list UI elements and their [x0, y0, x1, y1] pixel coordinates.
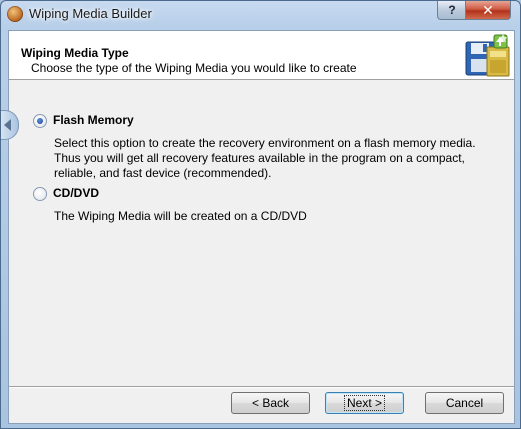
cancel-button-label: Cancel [445, 396, 484, 410]
help-icon: ? [448, 3, 456, 17]
window-title: Wiping Media Builder [29, 6, 152, 21]
cd-dvd-description: The Wiping Media will be created on a CD… [54, 209, 307, 223]
cd-dvd-radio[interactable] [33, 187, 47, 201]
close-button[interactable]: ✕ [465, 1, 511, 20]
next-button-label: Next > [343, 395, 386, 411]
wizard-header: Wiping Media Type Choose the type of the… [9, 31, 514, 80]
cd-dvd-label[interactable]: CD/DVD [53, 186, 99, 200]
wizard-window: Wiping Media Builder ? ✕ Wiping Media Ty… [0, 0, 521, 429]
flash-memory-description: Select this option to create the recover… [54, 136, 476, 180]
page-title: Wiping Media Type [21, 46, 129, 60]
app-icon [7, 6, 23, 22]
floppy-disk-wizard-icon [465, 34, 510, 77]
page-subtitle: Choose the type of the Wiping Media you … [31, 61, 357, 75]
close-icon: ✕ [482, 1, 494, 18]
flash-memory-label[interactable]: Flash Memory [53, 113, 134, 127]
back-button-label: < Back [251, 396, 290, 410]
title-bar[interactable]: Wiping Media Builder ? ✕ [1, 1, 520, 27]
next-button[interactable]: Next > [325, 392, 404, 414]
back-button[interactable]: < Back [231, 392, 310, 414]
flash-memory-radio[interactable] [33, 114, 47, 128]
footer-divider [9, 386, 514, 388]
help-button[interactable]: ? [437, 1, 467, 20]
cancel-button[interactable]: Cancel [425, 392, 504, 414]
wizard-body: Wiping Media Type Choose the type of the… [8, 30, 515, 424]
